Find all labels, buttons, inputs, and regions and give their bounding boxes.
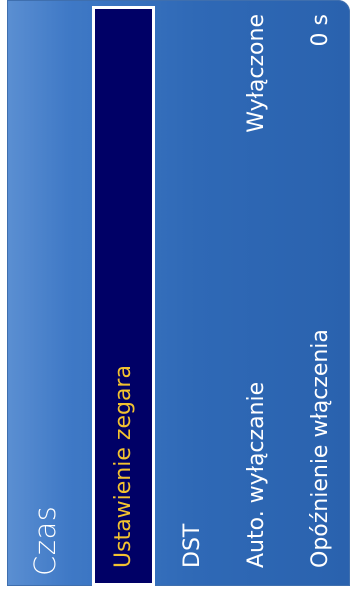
- panel-title: Czas: [28, 505, 62, 576]
- settings-menu: Ustawienie zegara DST Auto. wyłączanie W…: [92, 0, 350, 586]
- menu-item-power-on-delay[interactable]: Opóźnienie włączenia 0 s: [290, 6, 350, 586]
- menu-item-label: Ustawienie zegara: [111, 365, 136, 568]
- menu-item-label: Opóźnienie włączenia: [307, 329, 333, 568]
- screen: Czas Ustawienie zegara DST Auto. wyłącza…: [0, 0, 357, 598]
- time-settings-panel: Czas Ustawienie zegara DST Auto. wyłącza…: [7, 0, 350, 586]
- menu-item-label: DST: [179, 523, 205, 568]
- menu-item-dst[interactable]: DST: [162, 6, 222, 586]
- menu-item-auto-off[interactable]: Auto. wyłączanie Wyłączone: [226, 6, 286, 586]
- menu-item-clock-setting[interactable]: Ustawienie zegara: [92, 6, 155, 586]
- menu-item-value: Wyłączone: [243, 14, 269, 133]
- menu-item-label: Auto. wyłączanie: [243, 381, 269, 568]
- menu-item-value: 0 s: [307, 14, 333, 47]
